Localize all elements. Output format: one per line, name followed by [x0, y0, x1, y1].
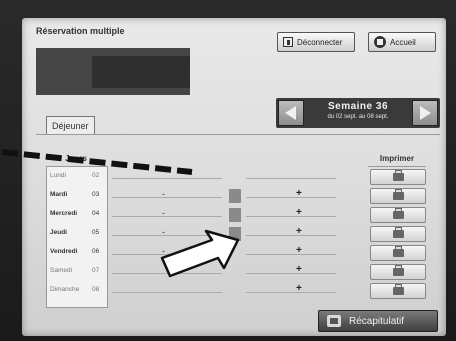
week-label: Semaine 36 [327, 101, 389, 112]
printer-icon [393, 284, 404, 295]
plus-button[interactable]: + [296, 264, 302, 275]
cell-divider [112, 178, 222, 179]
print-button[interactable] [370, 264, 426, 280]
printer-icon [393, 170, 404, 181]
day-number: 08 [92, 286, 100, 293]
cell-divider [246, 216, 336, 217]
quantity-slot [229, 227, 241, 241]
home-label: Accueil [390, 37, 416, 47]
arrow-right-icon[interactable] [412, 100, 438, 126]
print-button[interactable] [370, 188, 426, 204]
minus-button[interactable]: - [162, 208, 165, 218]
door-icon [283, 37, 293, 47]
day-number: 03 [92, 191, 100, 198]
quantity-slot [229, 189, 241, 203]
day-name: Samedi [50, 267, 73, 274]
day-number: 05 [92, 229, 100, 236]
cell-divider [246, 292, 336, 293]
home-button[interactable]: Accueil [368, 32, 436, 52]
minus-button[interactable]: - [162, 227, 165, 237]
cell-divider [112, 292, 222, 293]
day-name: Mardi [50, 191, 68, 198]
printer-icon [393, 227, 404, 238]
screen: Réservation multiple Déconnecter Accueil… [22, 18, 446, 336]
tab-divider [36, 134, 440, 135]
recap-icon [327, 315, 341, 327]
print-button[interactable] [370, 283, 426, 299]
week-dates: du 02 sept. au 08 sept. [327, 114, 389, 120]
day-number: 06 [92, 248, 100, 255]
minus-button[interactable]: - [162, 189, 165, 199]
cell-divider [112, 216, 222, 217]
day-name: Mercredi [50, 210, 78, 217]
day-number: 04 [92, 210, 100, 217]
cell-divider [246, 178, 336, 179]
day-name: Lundi [50, 172, 66, 179]
cell-divider [112, 235, 222, 236]
cell-divider [246, 273, 336, 274]
table-row: Lundi 02 [46, 168, 426, 187]
recap-button[interactable]: Récapitulatif [318, 310, 438, 332]
plus-button[interactable]: + [296, 207, 302, 218]
logout-button[interactable]: Déconnecter [277, 32, 355, 52]
day-number: 02 [92, 172, 100, 179]
logout-label: Déconnecter [297, 37, 343, 47]
plus-button[interactable]: + [296, 188, 302, 199]
print-button[interactable] [370, 226, 426, 242]
table-row: Jeudi 05 - + [46, 225, 426, 244]
table-row: Mardi 03 - + [46, 187, 426, 206]
table-row: Samedi 07 + [46, 263, 426, 282]
plus-button[interactable]: + [296, 226, 302, 237]
logo-banner [36, 48, 190, 95]
minus-button[interactable]: - [162, 246, 165, 256]
week-navigator: Semaine 36 du 02 sept. au 08 sept. [276, 98, 440, 128]
day-name: Dimanche [50, 286, 80, 293]
printer-icon [393, 189, 404, 200]
print-button[interactable] [370, 169, 426, 185]
col-header-print: Imprimer [368, 152, 426, 167]
printer-icon [393, 246, 404, 257]
logo-inner [92, 56, 190, 88]
day-number: 07 [92, 267, 100, 274]
tab-dejeuner[interactable]: Déjeuner [46, 116, 95, 135]
cell-divider [246, 254, 336, 255]
day-name: Vendredi [50, 248, 78, 255]
print-button[interactable] [370, 245, 426, 261]
cell-divider [112, 254, 222, 255]
day-name: Jeudi [50, 229, 67, 236]
print-button[interactable] [370, 207, 426, 223]
cell-divider [112, 273, 222, 274]
home-icon [374, 36, 386, 48]
page-title: Réservation multiple [36, 26, 125, 36]
reservation-grid: Jours Imprimer Lundi 02 Mardi 03 - + Mer… [46, 152, 426, 310]
cell-divider [246, 197, 336, 198]
printer-icon [393, 265, 404, 276]
printer-icon [393, 208, 404, 219]
plus-button[interactable]: + [296, 245, 302, 256]
plus-button[interactable]: + [296, 283, 302, 294]
cell-divider [246, 235, 336, 236]
arrow-left-icon[interactable] [278, 100, 304, 126]
table-row: Vendredi 06 - + [46, 244, 426, 263]
table-row: Mercredi 04 - + [46, 206, 426, 225]
recap-label: Récapitulatif [349, 315, 405, 327]
col-header-days: Jours [65, 154, 87, 163]
cell-divider [112, 197, 222, 198]
table-row: Dimanche 08 + [46, 282, 426, 301]
quantity-slot [229, 208, 241, 222]
